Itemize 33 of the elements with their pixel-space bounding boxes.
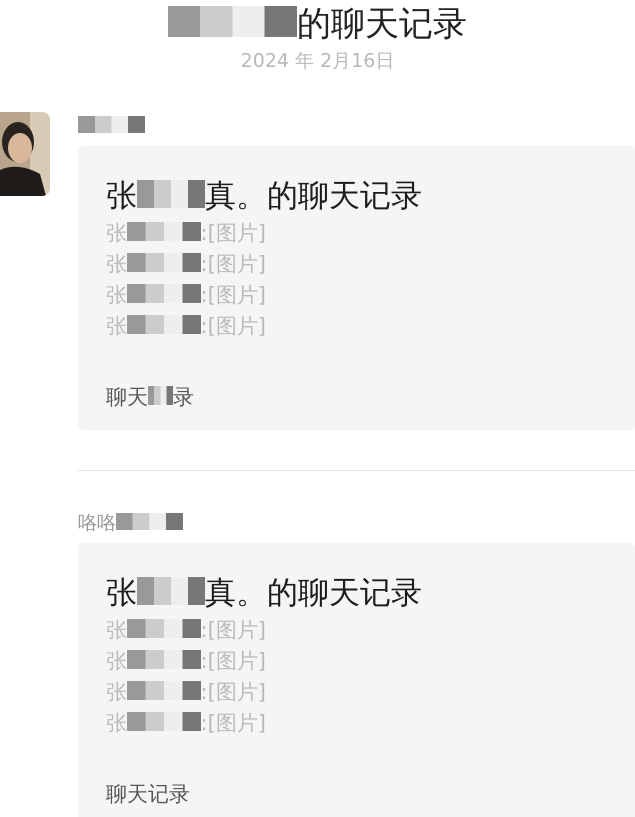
redaction-block: [78, 116, 144, 133]
message-preview: 张: [106, 649, 127, 673]
message-preview: :[图片]: [200, 283, 266, 307]
message-preview: :[图片]: [200, 649, 266, 673]
redaction-block: [116, 512, 182, 530]
card-title: 张: [106, 575, 137, 611]
message-preview: 张: [106, 252, 127, 276]
message-preview: 张: [106, 314, 127, 338]
card-footer-label: 录: [173, 385, 194, 409]
chat-title: 的聊天记录: [297, 4, 468, 44]
redaction-block: [137, 180, 206, 208]
message-preview: 张: [106, 283, 127, 307]
chat-history-card[interactable]: 张 真。的聊天记录 张 :[图片] 张 :[图片] 张 :[图片] 张 :[图片] 聊天记录: [78, 543, 635, 817]
redaction-block: [148, 386, 174, 406]
chat-date: 2024 年 2月16日: [240, 49, 394, 74]
sender-name: 咯咯: [78, 512, 116, 534]
chat-history-card[interactable]: 张 真。的聊天记录 张 :[图片] 张 :[图片] 张 :[图片] 张 :[图片] 聊天 录: [78, 146, 635, 430]
message-preview: :[图片]: [200, 314, 266, 338]
message-preview: 张: [106, 618, 127, 642]
redaction-block: [137, 576, 206, 605]
message-preview: :[图片]: [200, 680, 266, 704]
message-preview: :[图片]: [200, 711, 266, 735]
card-title: 真。的聊天记录: [205, 575, 422, 611]
message-preview: 张: [106, 680, 127, 704]
message-preview: :[图片]: [200, 221, 266, 245]
card-title: 张: [106, 178, 137, 214]
card-footer-label: 聊天: [106, 385, 148, 409]
message-preview: 张: [106, 711, 127, 735]
card-title: 真。的聊天记录: [205, 178, 422, 214]
message-preview: 张: [106, 221, 127, 245]
message-preview: :[图片]: [200, 618, 266, 642]
card-footer-label: 聊天记录: [106, 782, 190, 806]
message-preview: :[图片]: [200, 252, 266, 276]
